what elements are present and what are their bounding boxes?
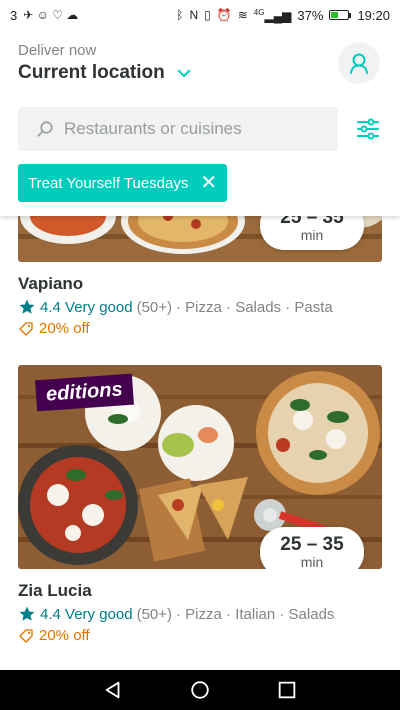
rating-count: (50+)	[136, 298, 173, 316]
close-icon[interactable]: ✕	[200, 173, 217, 193]
restaurant-image: editions 25 – 35 min	[18, 365, 382, 569]
offer-label: 20% off	[18, 627, 382, 644]
eta-unit: min	[300, 226, 324, 243]
star-icon	[19, 299, 35, 314]
recents-icon[interactable]	[276, 679, 298, 701]
deliver-label: Deliver now	[18, 42, 97, 59]
rating-count: (50+)	[136, 605, 173, 623]
signal-icon: 4G▂▄▆	[253, 7, 292, 23]
restaurant-card[interactable]: editions 25 – 35 min Zia Lucia 4.4 Very …	[18, 365, 382, 644]
search-placeholder: Restaurants or cuisines	[64, 119, 242, 138]
status-right: ᛒ N ▯ ⏰ ≋ 4G▂▄▆ 37% 19:20	[176, 8, 390, 23]
restaurant-meta: 4.4 Very good (50+) · Pizza · Salads · P…	[18, 298, 382, 316]
rating-text: 4.4 Very good	[40, 605, 133, 623]
location-selector[interactable]: Current location	[18, 62, 193, 84]
restaurant-name: Zia Lucia	[18, 581, 92, 600]
cuisine-tags: · Pizza · Italian · Salads	[176, 605, 335, 623]
restaurant-list[interactable]: 25 – 35 min Vapiano 4.4 Very good (50+) …	[0, 216, 400, 670]
filter-icon[interactable]	[356, 117, 380, 141]
system-nav-bar	[0, 670, 400, 710]
eta-time: 25 – 35	[280, 533, 344, 555]
back-icon[interactable]	[102, 679, 124, 701]
account-button[interactable]	[338, 42, 380, 84]
home-icon[interactable]	[189, 679, 211, 701]
account-icon	[350, 53, 368, 74]
restaurant-name: Vapiano	[18, 274, 84, 293]
eta-badge: 25 – 35 min	[260, 527, 364, 569]
location-title: Current location	[18, 62, 165, 83]
status-left: 3 ✈ ☺ ♡ ☁	[10, 8, 78, 23]
star-icon	[19, 606, 35, 621]
battery-icon	[329, 10, 352, 20]
wifi-icon: ≋	[237, 8, 248, 22]
filter-chip[interactable]: Treat Yourself Tuesdays ✕	[18, 164, 228, 202]
app-header: Deliver now Current location Restaurants…	[0, 30, 400, 216]
restaurant-image: 25 – 35 min	[18, 216, 382, 262]
battery-percent: 37%	[297, 7, 324, 23]
chevron-down-icon	[177, 69, 190, 77]
offer-label: 20% off	[18, 320, 382, 337]
carrier-label: 3	[10, 7, 18, 23]
vibrate-icon: ▯	[204, 8, 211, 22]
search-icon	[37, 121, 53, 137]
tag-icon	[19, 628, 33, 643]
filter-chip-label: Treat Yourself Tuesdays	[28, 174, 189, 192]
eta-badge: 25 – 35 min	[260, 216, 364, 250]
cuisine-tags: · Pizza · Salads · Pasta	[176, 298, 333, 316]
eta-time: 25 – 35	[280, 216, 344, 228]
search-input[interactable]: Restaurants or cuisines	[18, 107, 338, 151]
nfc-icon: N	[189, 8, 199, 22]
bluetooth-icon: ᛒ	[176, 8, 184, 22]
restaurant-meta: 4.4 Very good (50+) · Pizza · Italian · …	[18, 605, 382, 623]
rating-text: 4.4 Very good	[40, 298, 133, 316]
status-bar: 3 ✈ ☺ ♡ ☁ ᛒ N ▯ ⏰ ≋ 4G▂▄▆ 37% 19:20	[0, 0, 400, 30]
eta-unit: min	[300, 553, 324, 569]
notification-icons: ✈ ☺ ♡ ☁	[23, 8, 79, 22]
restaurant-card[interactable]: 25 – 35 min Vapiano 4.4 Very good (50+) …	[18, 216, 382, 337]
offer-text: 20% off	[39, 627, 90, 644]
alarm-icon: ⏰	[216, 8, 232, 22]
offer-text: 20% off	[39, 320, 90, 337]
clock: 19:20	[357, 7, 390, 23]
tag-icon	[19, 321, 33, 336]
